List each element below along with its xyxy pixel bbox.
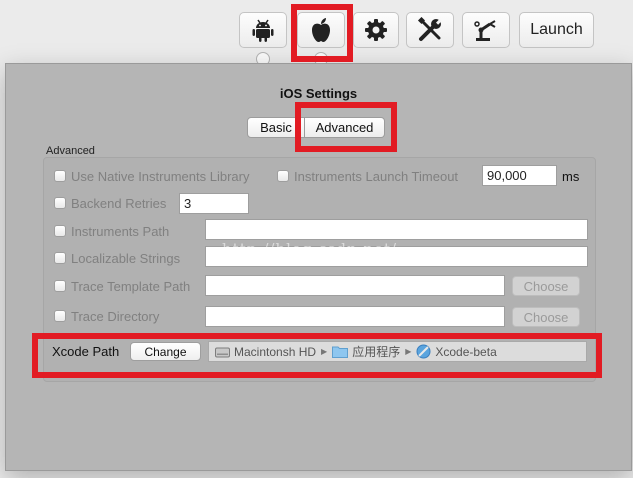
localizable-strings-label: Localizable Strings <box>71 250 181 266</box>
native-instruments-option[interactable]: Use Native Instruments Library <box>54 167 249 185</box>
localizable-strings-option[interactable]: Localizable Strings <box>54 249 180 267</box>
trace-directory-checkbox[interactable] <box>54 310 66 322</box>
launch-button[interactable]: Launch <box>519 12 594 48</box>
android-button[interactable] <box>239 12 287 48</box>
trace-template-checkbox[interactable] <box>54 280 66 292</box>
instruments-path-checkbox[interactable] <box>54 225 66 237</box>
timeout-unit-label: ms <box>562 169 580 184</box>
xcode-path-highlight-box <box>32 333 602 378</box>
robot-button[interactable] <box>462 12 510 48</box>
settings-button[interactable] <box>353 12 399 48</box>
localizable-strings-checkbox[interactable] <box>54 252 66 264</box>
trace-directory-field[interactable] <box>205 306 505 327</box>
backend-retries-option[interactable]: Backend Retries <box>54 194 166 212</box>
watermark: http://blog.csdn.net/ <box>222 240 398 258</box>
launch-button-label: Launch <box>530 21 583 38</box>
trace-template-label: Trace Template Path <box>71 278 191 294</box>
backend-retries-checkbox[interactable] <box>54 197 66 209</box>
advanced-tab-highlight-box <box>295 102 397 152</box>
choose-label: Choose <box>523 309 569 325</box>
gear-icon <box>365 19 387 41</box>
launch-timeout-checkbox[interactable] <box>277 170 289 182</box>
advanced-group-label: Advanced <box>46 145 95 157</box>
ios-highlight-box <box>291 4 353 62</box>
instruments-path-option[interactable]: Instruments Path <box>54 222 169 240</box>
tab-basic-label: Basic <box>260 120 292 135</box>
trace-template-field[interactable] <box>205 275 505 296</box>
launch-timeout-field[interactable]: 90,000 <box>482 165 557 186</box>
instruments-path-label: Instruments Path <box>71 223 170 239</box>
tools-button[interactable] <box>406 12 454 48</box>
instruments-path-field[interactable] <box>205 219 588 240</box>
backend-retries-field[interactable]: 3 <box>179 193 249 214</box>
native-instruments-label: Use Native Instruments Library <box>71 168 250 184</box>
backend-retries-label: Backend Retries <box>71 195 167 211</box>
android-icon <box>252 19 274 42</box>
sheet-title: iOS Settings <box>279 86 358 101</box>
trace-directory-choose-button[interactable]: Choose <box>512 307 580 327</box>
wrench-screwdriver-icon <box>417 17 442 41</box>
launch-timeout-option[interactable]: Instruments Launch Timeout <box>277 167 458 185</box>
choose-label: Choose <box>523 278 569 294</box>
native-instruments-checkbox[interactable] <box>54 170 66 182</box>
trace-template-choose-button[interactable]: Choose <box>512 276 580 296</box>
trace-directory-option[interactable]: Trace Directory <box>54 307 159 325</box>
trace-directory-label: Trace Directory <box>71 308 160 324</box>
trace-template-option[interactable]: Trace Template Path <box>54 277 190 295</box>
launch-timeout-label: Instruments Launch Timeout <box>294 168 459 184</box>
robot-arm-icon <box>474 20 496 41</box>
